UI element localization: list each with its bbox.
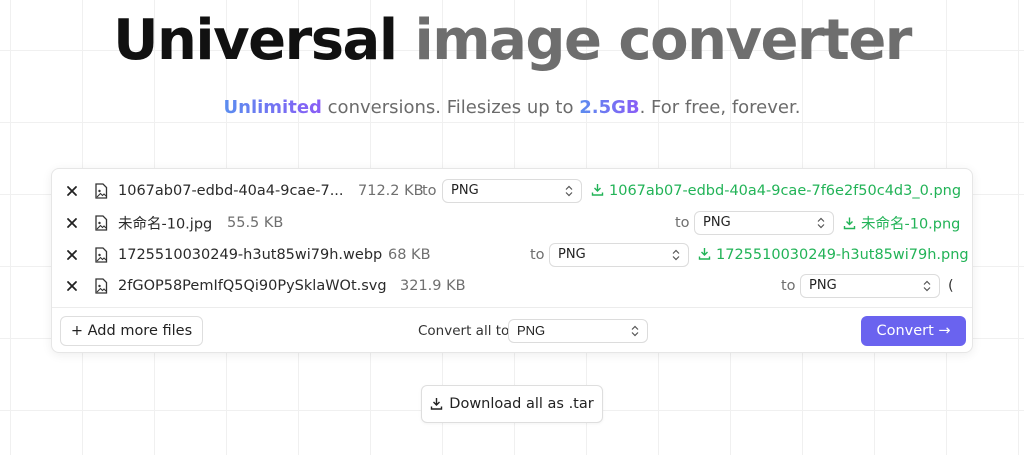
output-download-link[interactable]: 1067ab07-edbd-40a4-9cae-7f6e2f50c4d3_0.p… [591, 183, 961, 199]
subtitle-highlight-unlimited: Unlimited [223, 97, 322, 118]
conversion-panel: 1067ab07-edbd-40a4-9cae-7... 712.2 KB to… [51, 168, 973, 353]
output-download-link[interactable]: ( [948, 278, 954, 294]
download-all-tar-button[interactable]: Download all as .tar [421, 385, 603, 423]
format-select-value: PNG [451, 183, 479, 198]
close-icon[interactable] [64, 278, 80, 294]
subtitle-text-1: conversions. Filesizes up to [321, 97, 580, 118]
output-filename: 未命名-10.png [861, 216, 961, 233]
output-download-link[interactable]: 1725510030249-h3ut85wi79h.png [698, 247, 969, 263]
close-icon[interactable] [64, 183, 80, 199]
file-size: 712.2 KB [358, 183, 424, 199]
download-icon [843, 217, 856, 230]
image-file-icon [94, 183, 108, 199]
file-name: 1067ab07-edbd-40a4-9cae-7... [118, 183, 344, 199]
to-label: to [530, 247, 545, 263]
format-select[interactable]: PNG [442, 179, 582, 203]
file-name: 未命名-10.jpg [118, 216, 213, 233]
image-file-icon [94, 278, 108, 294]
add-more-files-button[interactable]: + Add more files [60, 316, 203, 346]
file-row: 1725510030249-h3ut85wi79h.webp 68 KB to … [52, 240, 972, 270]
file-name: 2fGOP58PemIfQ5Qi90PySklaWOt.svg [118, 278, 387, 294]
subtitle-highlight-size: 2.5GB [579, 97, 640, 118]
file-row: 未命名-10.jpg 55.5 KB to PNG 未命名-10.png [52, 208, 972, 238]
page-title: Universal image converter [0, 6, 1024, 76]
output-download-link[interactable]: 未命名-10.png [843, 213, 960, 234]
format-select[interactable]: PNG [800, 274, 940, 298]
chevron-updown-icon [631, 325, 639, 337]
format-select-value: PNG [703, 215, 731, 230]
download-icon [698, 248, 711, 260]
format-select-value: PNG [809, 278, 837, 293]
chevron-updown-icon [672, 249, 680, 261]
chevron-updown-icon [565, 185, 573, 197]
file-name: 1725510030249-h3ut85wi79h.webp [118, 247, 383, 263]
format-select-value: PNG [558, 247, 586, 262]
file-row: 1067ab07-edbd-40a4-9cae-7... 712.2 KB to… [52, 176, 972, 206]
to-label: to [422, 183, 437, 199]
format-select[interactable]: PNG [694, 211, 834, 235]
to-label: to [675, 215, 690, 231]
file-size: 321.9 KB [400, 278, 466, 294]
chevron-updown-icon [817, 217, 825, 229]
file-size: 55.5 KB [227, 215, 284, 231]
format-select[interactable]: PNG [549, 243, 689, 267]
subtitle-text-2: . For free, forever. [639, 97, 801, 118]
title-primary: Universal [113, 8, 398, 73]
title-secondary: image converter [414, 8, 913, 73]
file-row: 2fGOP58PemIfQ5Qi90PySklaWOt.svg 321.9 KB… [52, 271, 972, 301]
download-icon [431, 398, 443, 410]
close-icon[interactable] [64, 247, 80, 263]
chevron-updown-icon [923, 280, 931, 292]
convert-all-select-value: PNG [517, 323, 546, 338]
panel-footer: + Add more files Convert all to PNG Conv… [52, 307, 972, 354]
image-file-icon [94, 215, 108, 231]
to-label: to [781, 278, 796, 294]
subtitle: Unlimited conversions. Filesizes up to 2… [0, 97, 1024, 118]
file-size: 68 KB [388, 247, 431, 263]
download-icon [591, 184, 604, 196]
close-icon[interactable] [64, 215, 80, 231]
output-filename: 1067ab07-edbd-40a4-9cae-7f6e2f50c4d3_0.p… [609, 183, 962, 199]
convert-button[interactable]: Convert → [861, 316, 966, 346]
convert-all-label: Convert all to [418, 323, 510, 339]
convert-all-select[interactable]: PNG [508, 319, 648, 343]
output-filename: 1725510030249-h3ut85wi79h.png [716, 247, 969, 263]
image-file-icon [94, 247, 108, 263]
download-all-label: Download all as .tar [449, 396, 594, 412]
